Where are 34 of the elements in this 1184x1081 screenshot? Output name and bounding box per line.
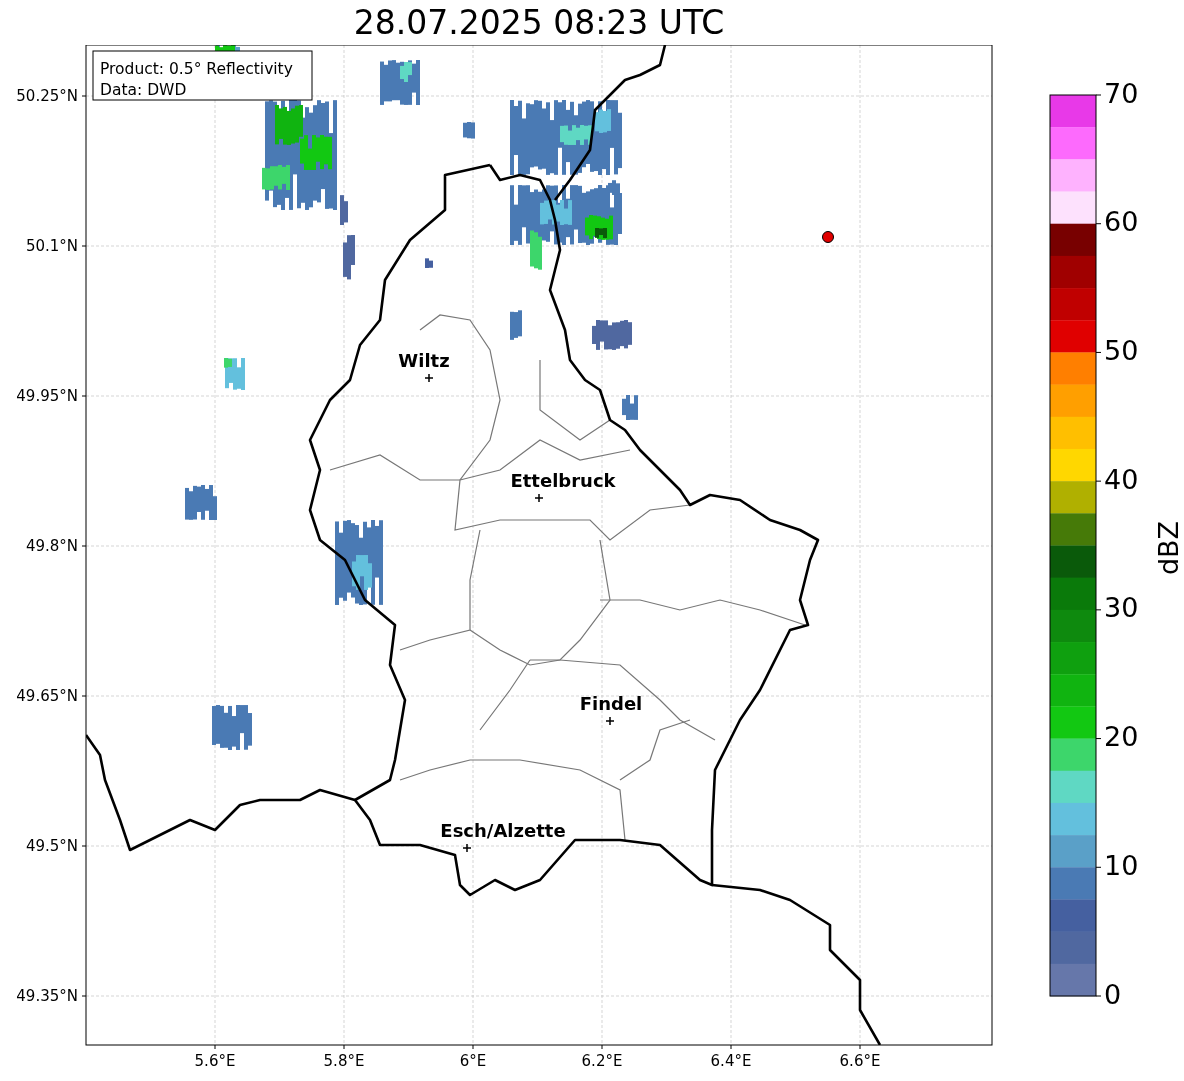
colorbar-tick-label: 30 [1104, 592, 1139, 624]
city-label: Findel [579, 693, 643, 714]
longitude-tick-label: 6.4°E [710, 1051, 752, 1070]
colorbar-tick-label: 0 [1104, 978, 1122, 1010]
longitude-tick-label: 5.6°E [194, 1051, 236, 1070]
city-label: Wiltz [398, 350, 450, 371]
longitude-tick-label: 5.8°E [323, 1051, 365, 1070]
city-label: Esch/Alzette [440, 820, 566, 841]
colorbar-tick-label: 50 [1104, 334, 1139, 366]
colorbar-tick-label: 20 [1104, 721, 1139, 753]
colorbar-tick-label: 10 [1104, 849, 1139, 881]
city-label: Ettelbruck [510, 470, 616, 491]
city-marker-icon [462, 843, 472, 853]
latitude-tick-label: 49.8°N [25, 536, 78, 555]
longitude-tick-label: 6.6°E [839, 1051, 881, 1070]
city-marker-icon [534, 493, 544, 503]
colorbar-tick-label: 60 [1104, 206, 1139, 238]
longitude-tick-label: 6.2°E [581, 1051, 623, 1070]
latitude-tick-label: 49.65°N [16, 686, 78, 705]
latitude-tick-label: 49.35°N [16, 986, 78, 1005]
info-box-text: Product: 0.5° Reflectivity [100, 59, 293, 78]
city-marker-icon [424, 373, 434, 383]
latitude-tick-label: 49.5°N [25, 836, 78, 855]
colorbar-label: dBZ [1152, 520, 1184, 576]
location-marker-icon [822, 231, 834, 243]
info-box-text: Data: DWD [100, 80, 187, 99]
latitude-tick-label: 49.95°N [16, 386, 78, 405]
latitude-tick-label: 50.1°N [25, 236, 78, 255]
chart-title: 28.07.2025 08:23 UTC [353, 2, 725, 44]
city-marker-icon [605, 716, 615, 726]
colorbar-tick-label: 70 [1104, 77, 1139, 109]
latitude-tick-label: 50.25°N [16, 86, 78, 105]
colorbar-tick-label: 40 [1104, 463, 1139, 495]
longitude-tick-label: 6°E [459, 1051, 487, 1070]
